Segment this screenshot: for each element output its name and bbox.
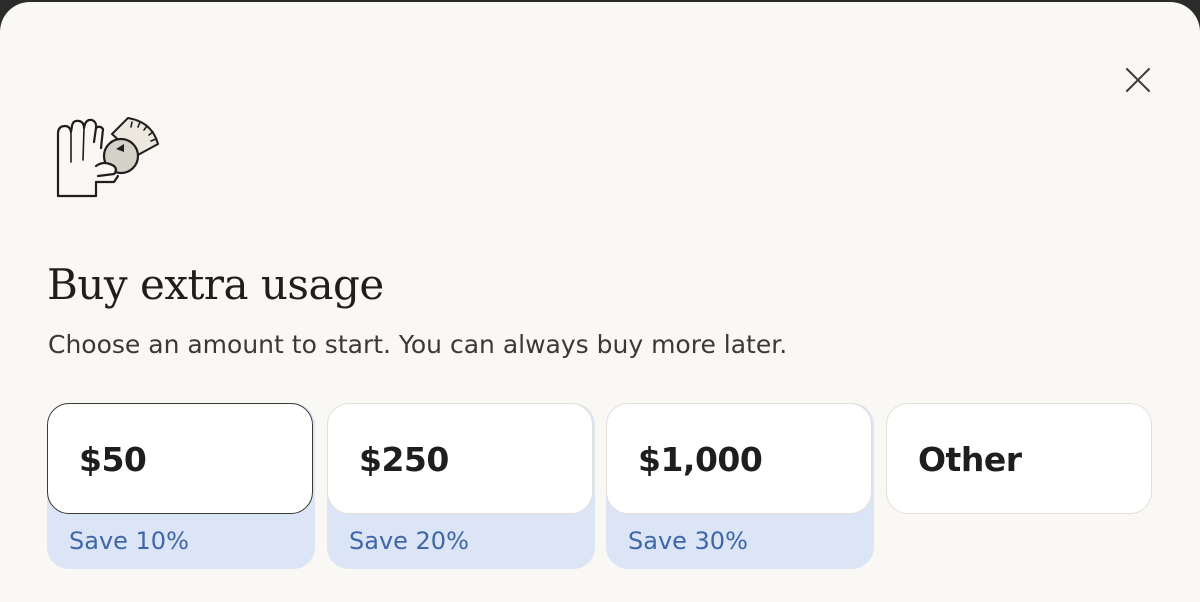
option-wrapper: Other xyxy=(886,403,1154,569)
option-save-label: Save 10% xyxy=(69,527,189,555)
option-save-label: Save 20% xyxy=(349,527,469,555)
amount-option-250: $250 Save 20% xyxy=(327,403,595,569)
close-icon xyxy=(1126,68,1150,92)
buy-extra-usage-dialog: Buy extra usage Choose an amount to star… xyxy=(0,2,1200,602)
amount-option-50: $50 Save 10% xyxy=(47,403,315,569)
option-save-band: $250 Save 20% xyxy=(327,403,595,569)
option-price: $250 xyxy=(359,440,449,479)
option-save-band: $50 Save 10% xyxy=(47,403,315,569)
amount-other-button[interactable]: Other xyxy=(886,403,1152,514)
option-price: $1,000 xyxy=(638,440,763,479)
amount-option-1000: $1,000 Save 30% xyxy=(606,403,874,569)
amount-option-other: Other xyxy=(886,403,1154,569)
option-save-band: $1,000 Save 30% xyxy=(606,403,874,569)
dialog-title: Buy extra usage xyxy=(47,260,384,309)
amount-1000-button[interactable]: $1,000 xyxy=(606,403,872,514)
amount-250-button[interactable]: $250 xyxy=(327,403,593,514)
close-button[interactable] xyxy=(1120,62,1156,98)
hand-with-dial-icon xyxy=(56,117,159,198)
option-price: $50 xyxy=(79,440,147,479)
option-save-label: Save 30% xyxy=(628,527,748,555)
option-price: Other xyxy=(918,440,1022,479)
dialog-subtitle: Choose an amount to start. You can alway… xyxy=(48,330,788,359)
amount-options: $50 Save 10% $250 Save 20% $1,000 Save 3… xyxy=(47,403,1153,573)
amount-50-button[interactable]: $50 xyxy=(47,403,313,514)
